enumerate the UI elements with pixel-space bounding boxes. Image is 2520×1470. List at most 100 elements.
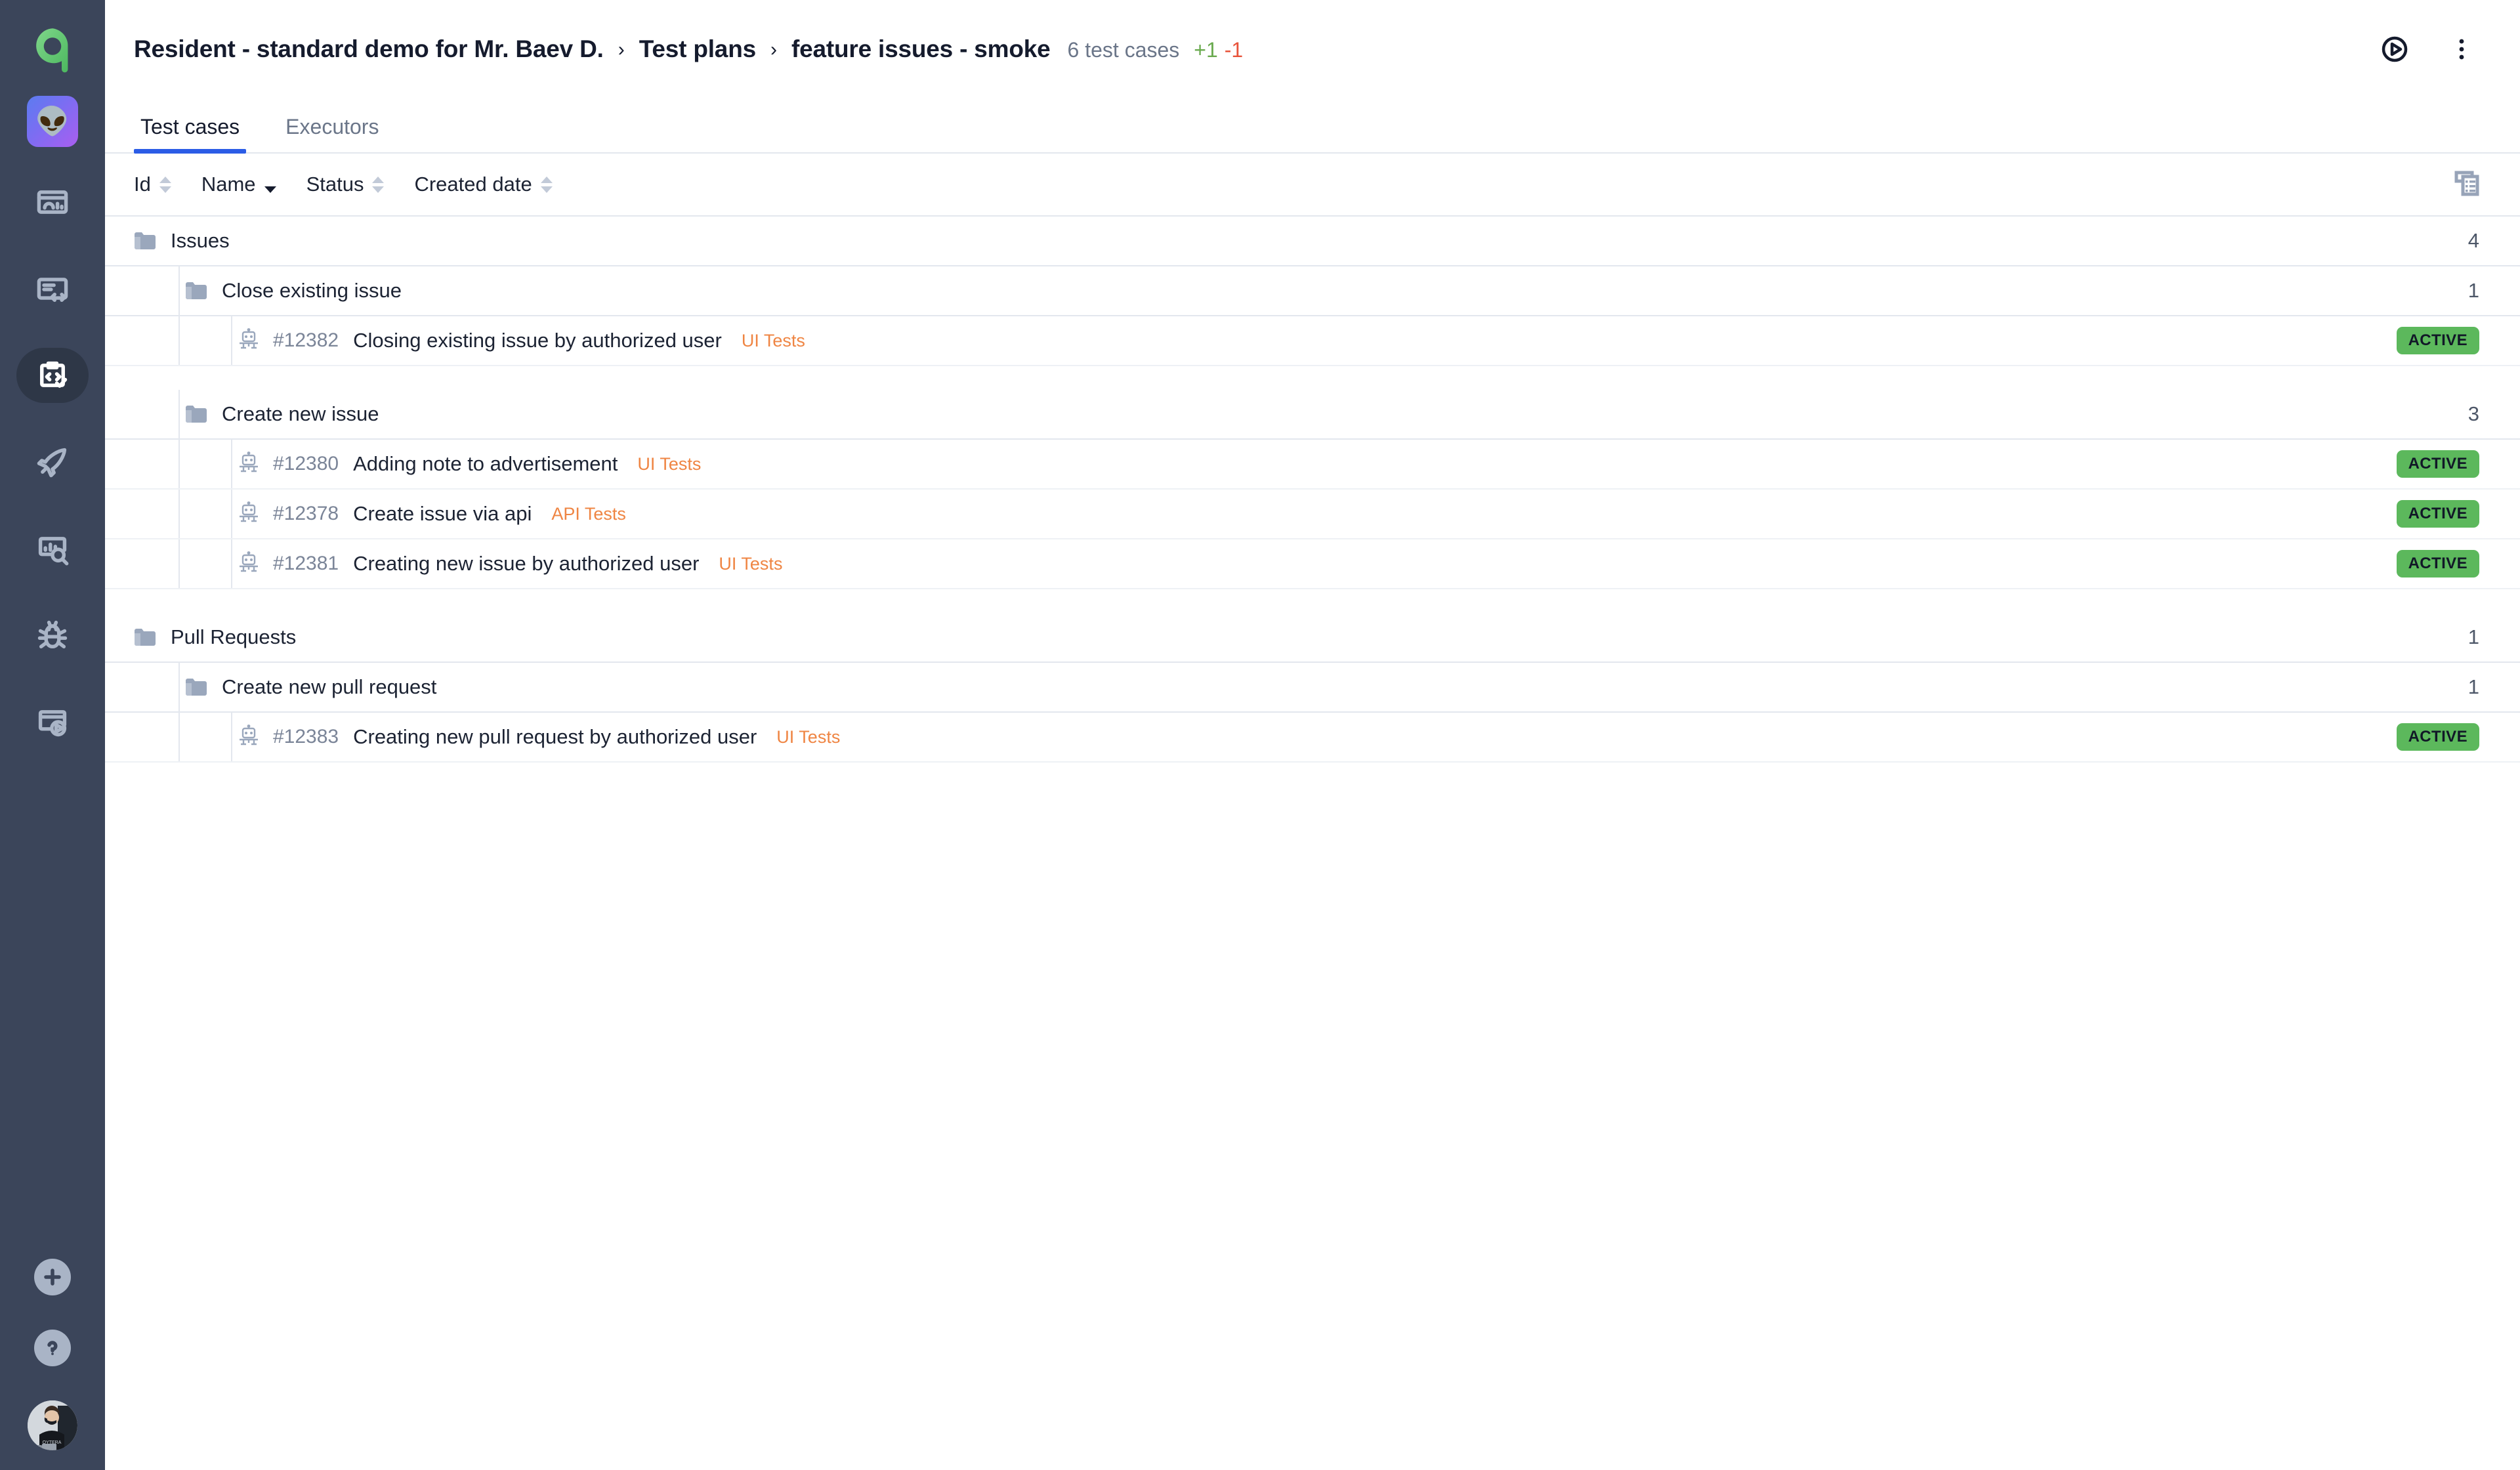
test-case-tag[interactable]: UI Tests [719,554,782,574]
breadcrumb-separator-1: › [618,39,625,60]
more-options-button[interactable] [2444,32,2479,67]
breadcrumb-separator-2: › [770,39,777,60]
column-header-name-label: Name [201,173,256,196]
bug-icon [37,620,68,649]
test-case-status-wrap: ACTIVE [2396,550,2520,578]
tree-group-count: 4 [2468,229,2479,252]
tree-subgroup-count-wrap: 3 [2468,402,2520,426]
tree-subgroup-label: Create new pull request [222,675,437,698]
user-avatar-photo: QYTERA [28,1400,77,1450]
user-avatar[interactable]: QYTERA [28,1400,77,1450]
rocket-icon [37,448,67,478]
tree-guide-line [178,316,180,365]
project-avatar[interactable]: 👽 [27,96,78,147]
table-row[interactable]: #12381 Creating new issue by authorized … [105,539,2520,589]
tree-group-count-wrap: 1 [2468,625,2520,649]
breadcrumb-current-plan[interactable]: feature issues - smoke [791,35,1051,63]
sidebar-item-launches[interactable] [16,434,89,490]
add-button[interactable] [34,1259,71,1295]
table-row[interactable]: #12383 Creating new pull request by auth… [105,713,2520,763]
tree-guide-line [178,539,180,588]
folder-icon [185,404,207,424]
test-case-id: #12382 [273,329,339,351]
tree-guide-line [178,713,180,761]
test-case-tag[interactable]: UI Tests [776,727,840,747]
dashboard-icon [37,190,68,214]
sort-toggle-id[interactable] [159,176,171,193]
test-case-id: #12383 [273,726,339,747]
column-header-status[interactable]: Status [306,173,385,196]
table-row[interactable]: #12382 Closing existing issue by authori… [105,316,2520,366]
test-case-tree: Issues 4 Close existing issue 1 #12382 C… [105,217,2520,1470]
column-header-name[interactable]: Name [201,173,276,196]
tree-subgroup-row[interactable]: Close existing issue 1 [105,266,2520,316]
help-button[interactable] [34,1330,71,1366]
tab-test-cases[interactable]: Test cases [134,115,247,154]
sidebar-item-analytics[interactable] [16,521,89,576]
test-case-name[interactable]: Creating new issue by authorized user [353,552,699,576]
sort-toggle-created-date[interactable] [540,176,553,193]
breadcrumb-project[interactable]: Resident - standard demo for Mr. Baev D. [134,35,604,63]
test-case-tag[interactable]: API Tests [551,504,626,524]
app-root: 👽 QYTERA Resident - standard demo for Mr… [0,0,2520,1470]
tree-group-row[interactable]: Pull Requests 1 [105,613,2520,663]
status-badge: ACTIVE [2396,500,2479,528]
sidebar-item-sessions[interactable] [16,694,89,749]
sort-toggle-status[interactable] [372,176,385,193]
tree-guide-line [231,490,232,538]
column-header-created-date[interactable]: Created date [414,173,553,196]
test-case-id: #12381 [273,553,339,574]
tree-group-row[interactable]: Issues 4 [105,217,2520,266]
app-logo[interactable] [21,18,84,81]
breadcrumb-test-plans[interactable]: Test plans [639,35,756,63]
breadcrumb: Resident - standard demo for Mr. Baev D.… [134,35,1243,63]
more-vertical-icon [2459,39,2464,60]
tree-guide-line [178,663,180,711]
plus-icon [44,1269,61,1286]
column-header-created-date-label: Created date [414,173,532,196]
robot-icon [238,328,260,353]
sidebar-item-dashboards[interactable] [16,175,89,230]
tree-group-count-wrap: 4 [2468,229,2520,253]
test-case-name[interactable]: Closing existing issue by authorized use… [353,329,722,352]
sidebar-item-test-plans[interactable] [16,348,89,403]
sidebar-item-defects[interactable] [16,608,89,663]
columns-settings-button[interactable] [2452,168,2482,201]
test-case-tag[interactable]: UI Tests [742,331,805,351]
tree-subgroup-count-wrap: 1 [2468,675,2520,699]
table-row[interactable]: #12380 Adding note to advertisement UI T… [105,440,2520,490]
tree-guide-line [178,390,180,438]
tree-subgroup-row[interactable]: Create new pull request 1 [105,663,2520,713]
tree-guide-line [231,713,232,761]
tree-subgroup-row[interactable]: Create new issue 3 [105,390,2520,440]
test-case-status-wrap: ACTIVE [2396,450,2520,478]
sort-toggle-name[interactable] [264,177,276,193]
test-case-name[interactable]: Adding note to advertisement [353,452,618,476]
column-header-id-label: Id [134,173,151,196]
sidebar-nav [16,175,89,781]
topbar-actions [2377,32,2479,67]
run-button[interactable] [2377,32,2412,67]
column-header-id[interactable]: Id [134,173,171,196]
robot-icon [238,551,260,576]
tree-guide-line [231,539,232,588]
tree-group-label: Issues [171,229,230,252]
test-case-name[interactable]: Creating new pull request by authorized … [353,725,757,749]
robot-icon [238,501,260,526]
sidebar-item-reports[interactable] [16,261,89,316]
tab-executors[interactable]: Executors [279,115,385,152]
table-header-actions [2452,168,2482,201]
tree-subgroup-count: 1 [2468,675,2479,698]
test-case-id: #12380 [273,453,339,474]
code-report-icon [37,278,68,303]
tree-guide-line [178,440,180,488]
status-badge: ACTIVE [2396,723,2479,751]
video-player-icon [38,710,67,737]
table-row[interactable]: #12378 Create issue via api API Tests AC… [105,490,2520,539]
test-case-name[interactable]: Create issue via api [353,502,532,526]
sidebar-bottom-actions: QYTERA [0,1259,105,1450]
test-case-tag[interactable]: UI Tests [637,454,701,474]
test-case-status-wrap: ACTIVE [2396,327,2520,354]
